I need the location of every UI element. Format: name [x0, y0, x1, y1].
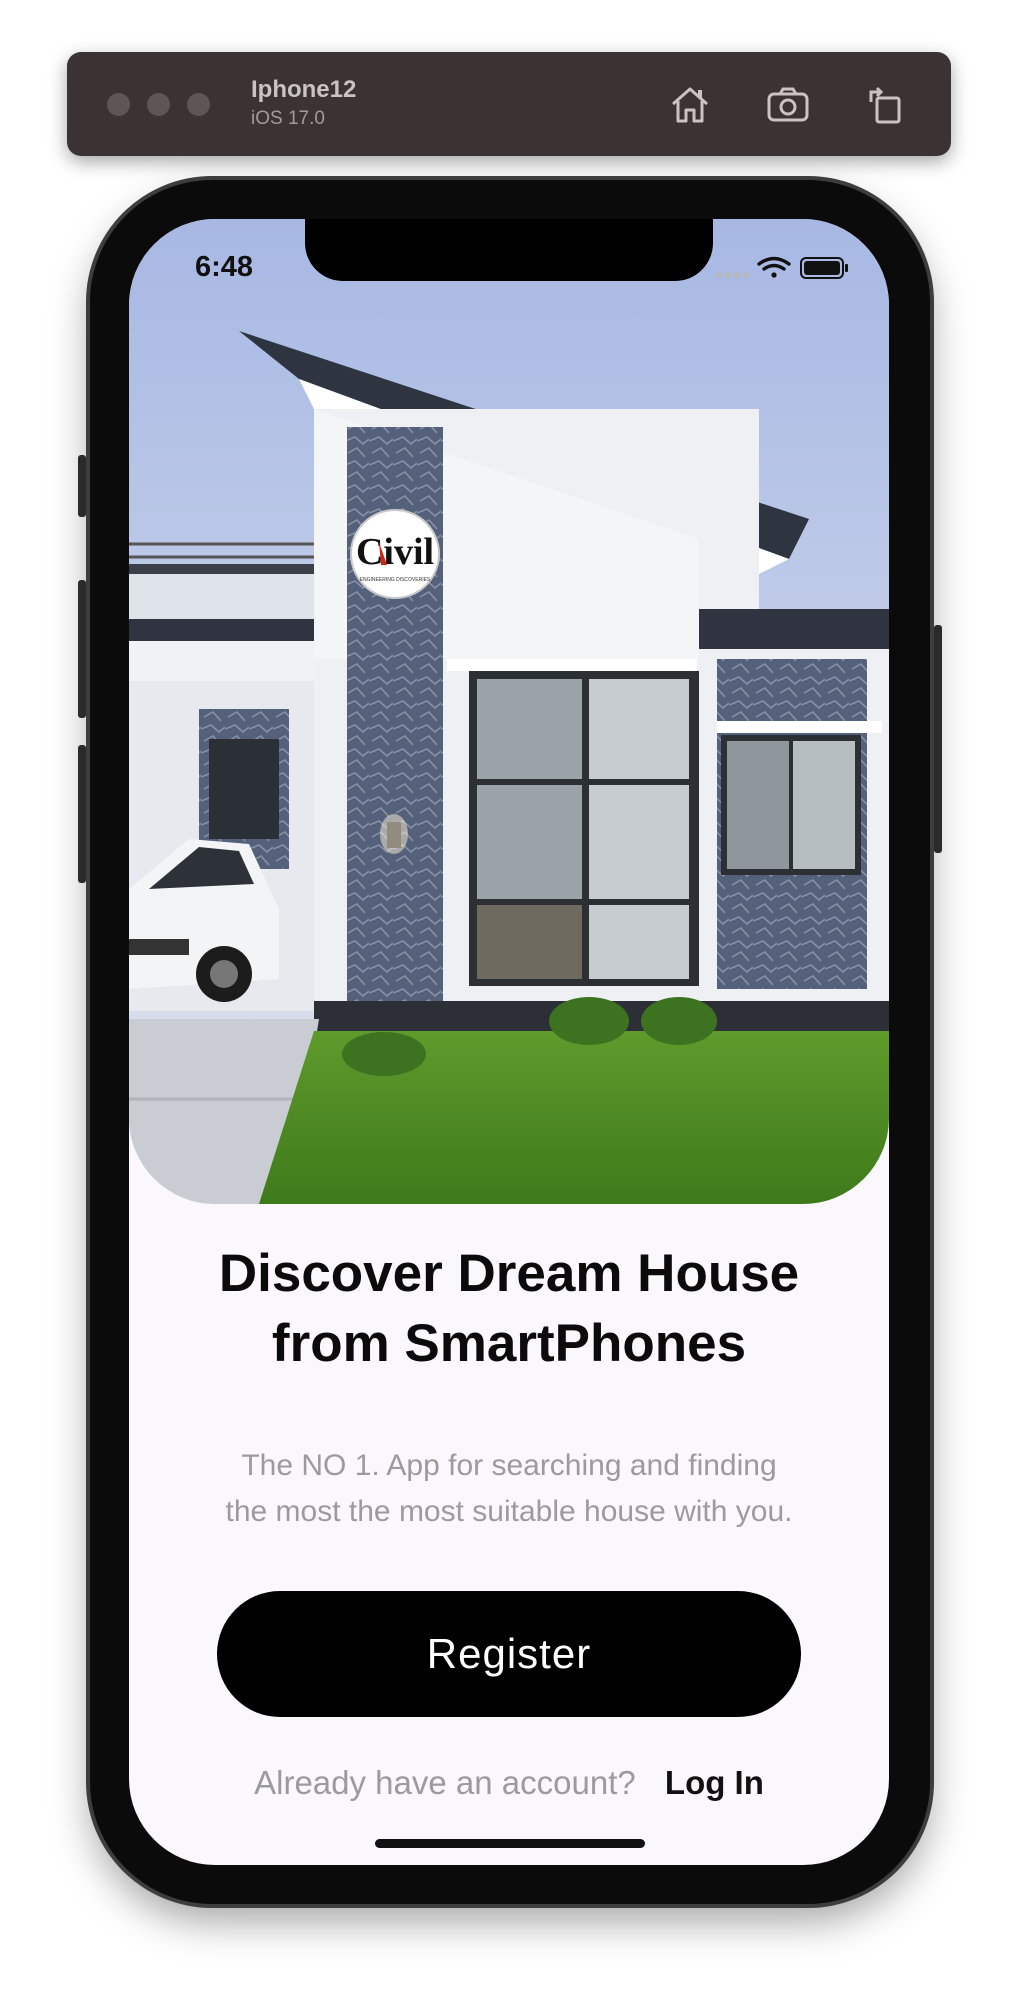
- iphone-frame: 6:48 Civil ENGINEERING DISCOVERIES Disco…: [78, 180, 942, 1904]
- title-line-1: Discover Dream House: [218, 1244, 800, 1303]
- subtitle-line-1: The NO 1. App for searching and finding: [241, 1449, 777, 1482]
- register-button[interactable]: Register: [217, 1591, 801, 1717]
- onboarding-subtitle: The NO 1. App for searching and finding …: [129, 1443, 889, 1535]
- wifi-icon: [757, 256, 791, 278]
- silent-switch: [78, 455, 86, 517]
- volume-up-button: [78, 580, 86, 718]
- account-question: Already have an account?: [254, 1764, 636, 1801]
- house-illustration: Civil ENGINEERING DISCOVERIES: [129, 219, 889, 1204]
- window-zoom-control[interactable]: [187, 93, 210, 116]
- login-link[interactable]: Log In: [665, 1764, 764, 1801]
- volume-down-button: [78, 745, 86, 883]
- window-close-control[interactable]: [107, 93, 130, 116]
- status-time: 6:48: [195, 251, 254, 283]
- signal-icon: [716, 272, 749, 278]
- status-icons: [716, 256, 848, 279]
- hero-image: Civil ENGINEERING DISCOVERIES: [129, 219, 889, 1204]
- app-screen: 6:48 Civil ENGINEERING DISCOVERIES Disco…: [129, 219, 889, 1865]
- power-button: [934, 625, 942, 853]
- home-indicator[interactable]: [375, 1839, 645, 1848]
- login-prompt: Already have an account? Log In: [129, 1764, 889, 1802]
- logo-text: Civil: [356, 531, 434, 573]
- device-name: Iphone12: [251, 76, 357, 103]
- logo-subtext: ENGINEERING DISCOVERIES: [360, 577, 431, 583]
- rotate-icon[interactable]: [861, 80, 911, 130]
- battery-icon: [800, 257, 848, 279]
- title-line-2: from SmartPhones: [271, 1314, 747, 1373]
- window-minimize-control[interactable]: [147, 93, 170, 116]
- notch: [305, 219, 713, 281]
- subtitle-line-2: the most the most suitable house with yo…: [225, 1495, 793, 1528]
- onboarding-title: Discover Dream House from SmartPhones: [129, 1239, 889, 1379]
- os-version: iOS 17.0: [251, 108, 325, 129]
- home-icon[interactable]: [665, 80, 715, 130]
- simulator-toolbar: Iphone12 iOS 17.0: [67, 52, 951, 156]
- screenshot-icon[interactable]: [763, 80, 813, 130]
